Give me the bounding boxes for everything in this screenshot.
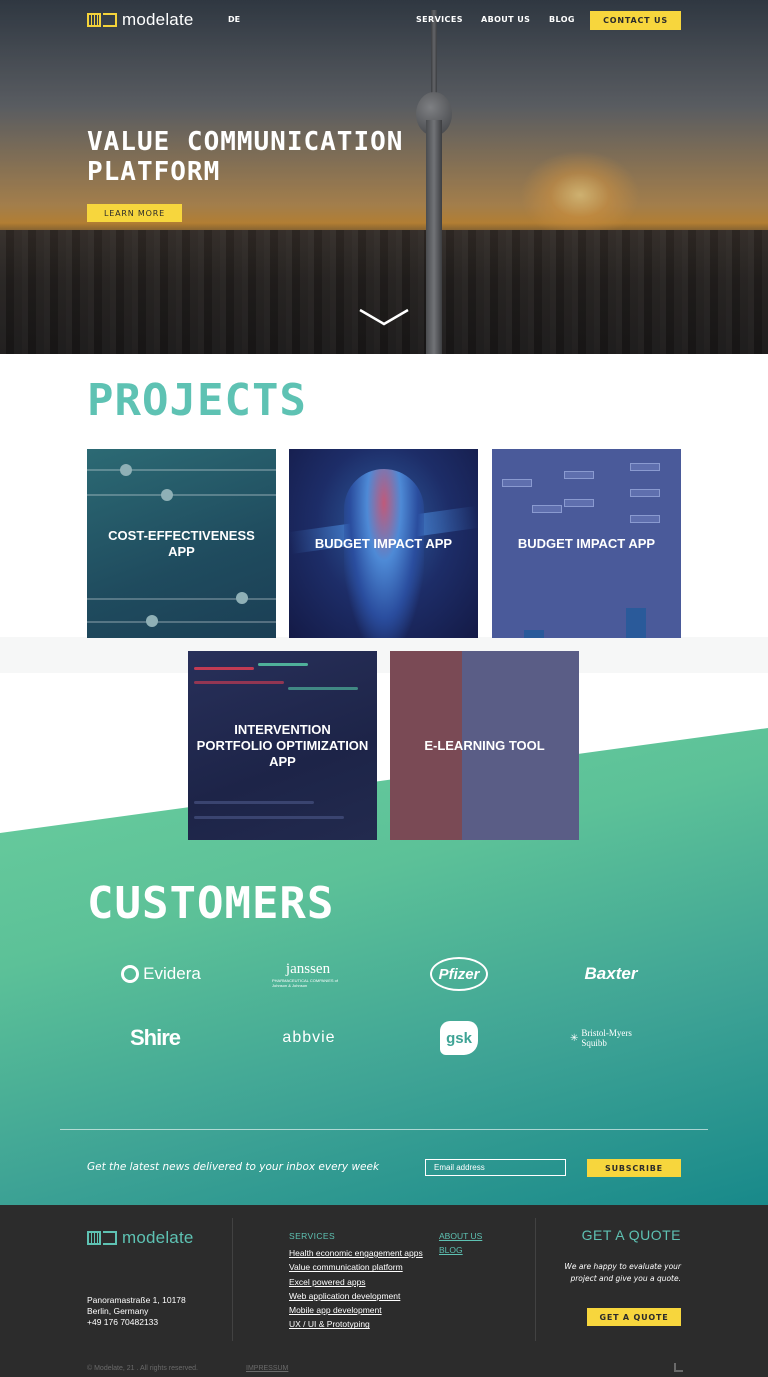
customers-background: [0, 728, 768, 1205]
customer-logo-janssen: janssen PHARMACEUTICAL COMPANIES of John…: [272, 960, 339, 988]
customers-heading: CUSTOMERS: [87, 878, 335, 929]
footer-services-heading: SERVICES: [289, 1231, 336, 1241]
chevron-down-icon[interactable]: [358, 306, 410, 328]
newsletter-text: Get the latest news delivered to your in…: [87, 1161, 380, 1173]
footer-logo-text: modelate: [122, 1228, 194, 1247]
project-tile-e-learning[interactable]: E-LEARNING TOOL: [390, 651, 579, 840]
hero-title: VALUE COMMUNICATION PLATFORM: [87, 127, 404, 187]
project-tile-label: COST-EFFECTIVENESS APP: [108, 527, 255, 559]
footer-logo[interactable]: modelate: [87, 1228, 194, 1248]
footer-services-list: Health economic engagement apps Value co…: [289, 1246, 423, 1332]
customer-logo-shire: Shire: [129, 1025, 181, 1050]
header-logo[interactable]: modelate: [87, 10, 194, 30]
footer-address: Panoramastraße 1, 10178 Berlin, Germany …: [87, 1295, 186, 1327]
contact-us-button[interactable]: CONTACT US: [590, 11, 681, 30]
project-tile-cost-effectiveness[interactable]: COST-EFFECTIVENESS APP: [87, 449, 276, 638]
language-switch[interactable]: DE: [228, 15, 240, 24]
learn-more-button[interactable]: LEARN MORE: [87, 204, 182, 222]
modelate-logo-icon: [87, 1229, 117, 1247]
email-field[interactable]: [425, 1159, 566, 1176]
footer-link[interactable]: UX / UI & Prototyping: [289, 1317, 423, 1331]
brand-mark-icon: [674, 1363, 683, 1372]
copyright: © Modelate, 21 . All rights reserved.: [87, 1365, 198, 1372]
project-tile-label: BUDGET IMPACT APP: [517, 535, 656, 551]
footer-link[interactable]: Excel powered apps: [289, 1275, 423, 1289]
evidera-icon: [121, 965, 140, 983]
projects-heading: PROJECTS: [87, 375, 307, 426]
project-tile-portfolio-optimization[interactable]: INTERVENTION PORTFOLIO OPTIMIZATION APP: [188, 651, 377, 840]
customer-logo-pfizer: Pfizer: [430, 957, 488, 991]
project-tile-label: E-LEARNING TOOL: [424, 737, 545, 753]
subscribe-button[interactable]: SUBSCRIBE: [587, 1159, 681, 1177]
quote-text: We are happy to evaluate your project an…: [564, 1262, 681, 1283]
get-a-quote-button[interactable]: GET A QUOTE: [587, 1308, 681, 1326]
project-tile-budget-impact-1[interactable]: BUDGET IMPACT APP: [289, 449, 478, 638]
footer-blog-link[interactable]: BLOG: [439, 1245, 463, 1255]
footer-link[interactable]: Value communication platform: [289, 1260, 423, 1274]
nav-services[interactable]: SERVICES: [416, 15, 463, 24]
impressum-link[interactable]: IMPRESSUM: [246, 1365, 288, 1372]
customer-logo-gsk: gsk: [440, 1021, 478, 1055]
star-icon: ✳: [570, 1032, 579, 1044]
footer-link[interactable]: Health economic engagement apps: [289, 1246, 423, 1260]
customer-logo-bms: ✳ Bristol-Myers Squibb: [570, 1028, 632, 1048]
logo-text: modelate: [122, 10, 194, 29]
project-tile-label: INTERVENTION PORTFOLIO OPTIMIZATION APP: [196, 721, 369, 769]
footer-divider: [535, 1218, 536, 1341]
footer-divider: [232, 1218, 233, 1341]
project-tile-label: BUDGET IMPACT APP: [314, 535, 453, 551]
footer-link[interactable]: Mobile app development: [289, 1303, 423, 1317]
nav-about-us[interactable]: ABOUT US: [481, 15, 530, 24]
footer: modelate Panoramastraße 1, 10178 Berlin,…: [0, 1205, 768, 1377]
nav-blog[interactable]: BLOG: [549, 15, 575, 24]
footer-about-link[interactable]: ABOUT US: [439, 1231, 482, 1241]
hero-section: modelate DE SERVICES ABOUT US BLOG CONTA…: [0, 0, 768, 354]
quote-heading: GET A QUOTE: [581, 1227, 681, 1243]
divider: [60, 1129, 708, 1130]
modelate-logo-icon: [87, 11, 117, 29]
section-band: [0, 637, 768, 673]
customer-logo-baxter: Baxter: [584, 964, 638, 983]
project-tile-budget-impact-2[interactable]: BUDGET IMPACT APP: [492, 449, 681, 638]
customer-logo-abbvie: abbvie: [282, 1029, 336, 1046]
footer-link[interactable]: Web application development: [289, 1289, 423, 1303]
customer-logo-evidera: Evidera: [116, 957, 206, 991]
